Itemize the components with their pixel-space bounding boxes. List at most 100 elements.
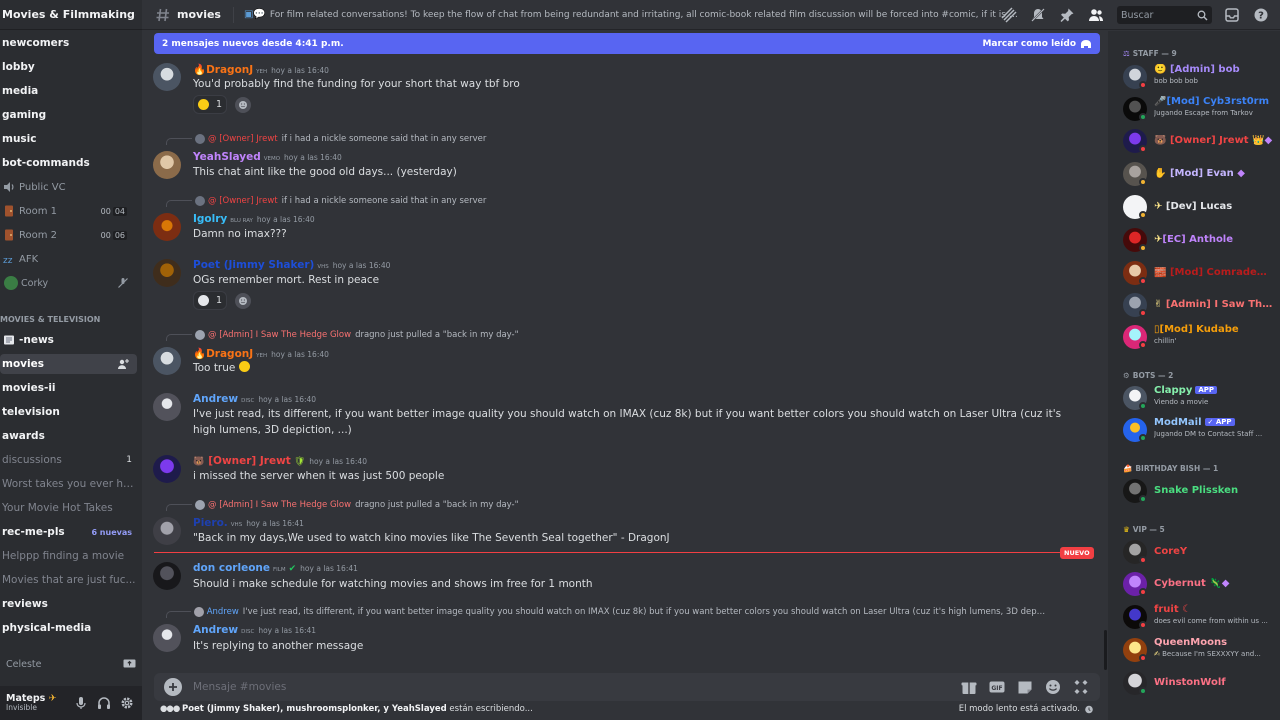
attach-button[interactable] xyxy=(164,678,182,696)
channel-media[interactable]: media xyxy=(0,81,137,101)
headphones-button[interactable] xyxy=(95,694,113,712)
member-item[interactable]: CoreY xyxy=(1123,538,1275,566)
member-item[interactable]: WinstonWolf xyxy=(1123,669,1275,697)
thread-helppp[interactable]: Helppp finding a movie xyxy=(0,546,137,566)
apps-icon[interactable] xyxy=(1072,678,1090,696)
cake-icon: 🍰 xyxy=(1123,464,1133,473)
mute-notifications-button[interactable] xyxy=(1029,6,1047,24)
screen-share-icon[interactable] xyxy=(123,659,136,670)
message-author[interactable]: 🔥DragonJ xyxy=(193,63,253,76)
inbox-icon xyxy=(1225,8,1239,22)
message-input[interactable]: Mensaje #movies xyxy=(193,681,960,693)
channel-music[interactable]: music xyxy=(0,129,137,149)
server-header[interactable]: Movies & Filmmaking xyxy=(0,0,142,30)
reply-preview[interactable]: Andrew I've just read, its different, if… xyxy=(166,605,1046,618)
channel-gaming[interactable]: gaming xyxy=(0,105,137,125)
add-reaction-button[interactable] xyxy=(235,293,251,309)
search-input[interactable]: Buscar xyxy=(1117,6,1212,24)
reaction[interactable]: 1 xyxy=(193,291,227,310)
pinned-messages-button[interactable] xyxy=(1058,6,1076,24)
gif-icon[interactable]: GIF xyxy=(988,678,1006,696)
mark-as-read-button[interactable]: Marcar como leído xyxy=(982,39,1092,49)
member-item[interactable]: ModMail ✓ APP Jugando DM to Contact Staff… xyxy=(1123,416,1275,444)
avatar[interactable] xyxy=(153,347,181,375)
channel-newcomers[interactable]: newcomers xyxy=(0,33,137,53)
voice-channel-room-2[interactable]: Room 2 00 06 xyxy=(0,225,137,245)
member-item[interactable]: Clappy APP Viendo a movie xyxy=(1123,384,1275,412)
member-item[interactable]: ▯[Mod] Kudabe chillin' xyxy=(1123,323,1275,351)
member-item[interactable]: fruit ☾ does evil come from within us ..… xyxy=(1123,603,1275,631)
avatar[interactable] xyxy=(153,151,181,179)
new-messages-bar[interactable]: 2 mensajes nuevos desde 4:41 p.m. Marcar… xyxy=(154,33,1100,54)
mic-button[interactable] xyxy=(72,694,90,712)
message-author[interactable]: YeahSlayed xyxy=(193,151,261,163)
channel-lobby[interactable]: lobby xyxy=(0,57,137,77)
reply-preview[interactable]: @ [Admin] I Saw The Hedge Glow dragno ju… xyxy=(166,328,519,341)
thread-hot-takes[interactable]: Your Movie Hot Takes xyxy=(0,498,137,518)
avatar[interactable] xyxy=(153,213,181,241)
user-info[interactable]: Mateps ✈ Invisible xyxy=(6,694,67,712)
channel-movies[interactable]: movies xyxy=(0,354,137,374)
scrollbar[interactable] xyxy=(1104,630,1107,670)
channel-discussions[interactable]: discussions 1 xyxy=(0,450,137,470)
avatar[interactable] xyxy=(153,624,181,652)
member-item[interactable]: ✈ [Dev] Lucas xyxy=(1123,193,1275,221)
avatar[interactable] xyxy=(153,393,181,421)
channel-reviews[interactable]: reviews xyxy=(0,594,137,614)
member-item[interactable]: QueenMoons ✍ Because I'm SEXXXYY and... xyxy=(1123,636,1275,664)
message-author[interactable]: Piero. xyxy=(193,517,228,529)
message-composer[interactable]: Mensaje #movies GIF xyxy=(154,673,1100,701)
message-author[interactable]: 🔥DragonJ xyxy=(193,347,253,360)
avatar[interactable] xyxy=(153,455,181,483)
message-author[interactable]: Igolry xyxy=(193,213,227,225)
settings-button[interactable] xyxy=(118,694,136,712)
gift-icon[interactable] xyxy=(960,678,978,696)
add-member-icon[interactable] xyxy=(117,358,129,370)
channel-television[interactable]: television xyxy=(0,402,137,422)
member-item[interactable]: 🧱 [Mod] ComradeCa... xyxy=(1123,259,1275,287)
message-author[interactable]: Andrew xyxy=(193,393,238,405)
avatar[interactable] xyxy=(153,562,181,590)
member-item[interactable]: ✌ [Admin] I Saw The ... xyxy=(1123,291,1275,319)
channel-bot-commands[interactable]: bot-commands xyxy=(0,153,137,173)
reaction[interactable]: 1 xyxy=(193,95,227,114)
avatar[interactable] xyxy=(153,517,181,545)
channel-topic[interactable]: For film related conversations! To keep … xyxy=(270,10,1020,20)
voice-status-celeste[interactable]: Celeste xyxy=(0,654,142,674)
reply-preview[interactable]: @ [Owner] Jrewt if i had a nickle someon… xyxy=(166,132,486,145)
voice-channel-public-vc[interactable]: Public VC xyxy=(0,177,137,197)
member-item[interactable]: 🐻 [Owner] Jrewt 👑◆ xyxy=(1123,127,1275,155)
help-button[interactable]: ? xyxy=(1252,6,1270,24)
member-item[interactable]: Cybernut 🦎◆ xyxy=(1123,570,1275,598)
message-author[interactable]: [Owner] Jrewt xyxy=(208,455,291,467)
add-reaction-button[interactable] xyxy=(235,97,251,113)
inbox-button[interactable] xyxy=(1223,6,1241,24)
member-item[interactable]: 🎤[Mod] Cyb3rst0rm Jugando Escape from Ta… xyxy=(1123,95,1275,123)
channel-rec-me-pls[interactable]: rec-me-pls 6 nuevas xyxy=(0,522,137,542)
reply-preview[interactable]: @ [Admin] I Saw The Hedge Glow dragno ju… xyxy=(166,498,519,511)
category-movies-television[interactable]: MOVIES & TELEVISION xyxy=(0,315,100,324)
voice-user-corky[interactable]: Corky xyxy=(0,273,137,293)
message-author[interactable]: don corleone xyxy=(193,562,270,574)
message-author[interactable]: Poet (Jimmy Shaker) xyxy=(193,259,314,271)
channel-physical-media[interactable]: physical-media xyxy=(0,618,137,638)
thread-worst-takes[interactable]: Worst takes you ever he... xyxy=(0,474,137,494)
member-item[interactable]: Snake Plissken xyxy=(1123,477,1275,505)
emoji-icon[interactable] xyxy=(1044,678,1062,696)
channel-movies-ii[interactable]: movies-ii xyxy=(0,378,137,398)
member-item[interactable]: ✈[EC] Anthole xyxy=(1123,226,1275,254)
sticker-icon[interactable] xyxy=(1016,678,1034,696)
channel-awards[interactable]: awards xyxy=(0,426,137,446)
channel-news[interactable]: -news xyxy=(0,330,137,350)
voice-channel-room-1[interactable]: Room 1 00 04 xyxy=(0,201,137,221)
threads-button[interactable] xyxy=(1000,6,1018,24)
member-item[interactable]: 🙂 [Admin] bob bob bob bob xyxy=(1123,63,1275,91)
reply-preview[interactable]: @ [Owner] Jrewt if i had a nickle someon… xyxy=(166,194,486,207)
member-item[interactable]: ✋ [Mod] Evan ◆ xyxy=(1123,160,1275,188)
avatar[interactable] xyxy=(153,63,181,91)
thread-just-fuc[interactable]: Movies that are just fuc... xyxy=(0,570,137,590)
member-list-button[interactable] xyxy=(1087,6,1105,24)
avatar[interactable] xyxy=(153,259,181,287)
voice-channel-afk[interactable]: zz AFK xyxy=(0,249,137,269)
message-author[interactable]: Andrew xyxy=(193,624,238,636)
